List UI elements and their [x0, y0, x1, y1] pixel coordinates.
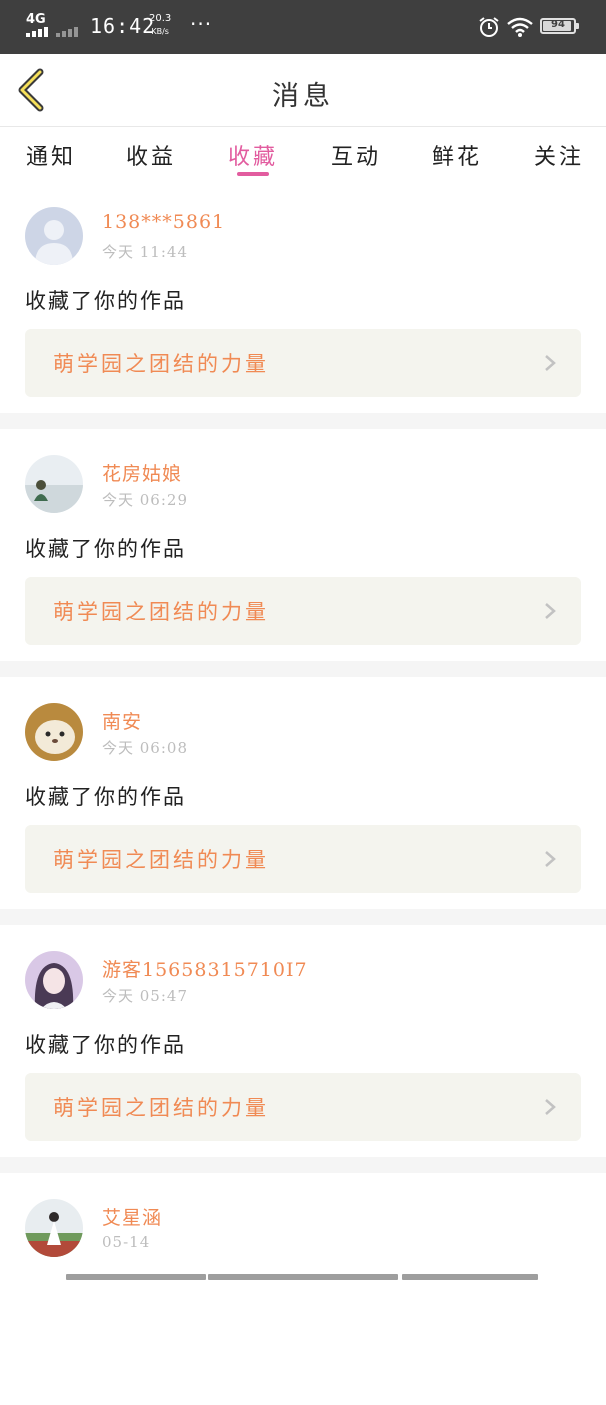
clock: 16:42	[90, 14, 156, 38]
network-type: 4G	[26, 12, 46, 27]
signal-icon	[26, 27, 86, 37]
header: 消息	[0, 54, 606, 127]
message-list: 138***5861 今天 11:44 收藏了你的作品 萌学园之团结的力量 花房…	[0, 181, 606, 1405]
work-link[interactable]: 萌学园之团结的力量	[25, 825, 581, 893]
username[interactable]: 艾星涵	[102, 1203, 162, 1230]
work-title: 萌学园之团结的力量	[53, 600, 269, 624]
timestamp: 今天 06:29	[102, 491, 188, 509]
battery-level: 94	[551, 19, 565, 30]
timestamp: 今天 11:44	[102, 243, 188, 261]
tab-bar: 通知 收益 收藏 互动 鲜花 关注	[0, 127, 606, 181]
list-item: 游客15658315710I7 今天 05:47 收藏了你的作品 萌学园之团结的…	[0, 925, 606, 1157]
action-text: 收藏了你的作品	[25, 289, 186, 313]
wifi-icon	[507, 17, 533, 37]
tab-notifications[interactable]: 通知	[26, 139, 76, 171]
more-notifications-icon: ···	[190, 12, 213, 36]
network-speed-unit: KB/s	[151, 27, 169, 36]
action-text: 收藏了你的作品	[25, 537, 186, 561]
action-text: 收藏了你的作品	[25, 1033, 186, 1057]
username[interactable]: 花房姑娘	[102, 459, 182, 486]
network-speed: 20.3 KB/s	[149, 12, 171, 38]
action-text: 收藏了你的作品	[25, 785, 186, 809]
timestamp: 今天 05:47	[102, 987, 188, 1005]
tab-flowers[interactable]: 鲜花	[432, 139, 482, 171]
divider	[0, 909, 606, 925]
divider	[0, 661, 606, 677]
battery-icon: 94	[540, 18, 579, 34]
chevron-right-icon	[545, 355, 556, 371]
chevron-right-icon	[545, 851, 556, 867]
cat-photo[interactable]	[25, 703, 83, 761]
list-item: 花房姑娘 今天 06:29 收藏了你的作品 萌学园之团结的力量	[0, 429, 606, 661]
username[interactable]: 南安	[102, 707, 142, 734]
list-item: 138***5861 今天 11:44 收藏了你的作品 萌学园之团结的力量	[0, 181, 606, 413]
timestamp: 05-14	[102, 1233, 151, 1251]
tab-follows[interactable]: 关注	[534, 139, 584, 171]
work-title: 萌学园之团结的力量	[53, 848, 269, 872]
network-speed-value: 20.3	[149, 13, 172, 24]
username[interactable]: 游客15658315710I7	[102, 955, 308, 982]
girl-photo[interactable]	[25, 455, 83, 513]
scroll-hint	[0, 1274, 606, 1280]
divider	[0, 413, 606, 429]
chevron-right-icon	[545, 1099, 556, 1115]
work-link[interactable]: 萌学园之团结的力量	[25, 1073, 581, 1141]
work-title: 萌学园之团结的力量	[53, 1096, 269, 1120]
active-tab-indicator	[237, 172, 269, 176]
default-avatar-icon[interactable]	[25, 207, 83, 265]
chevron-right-icon	[545, 603, 556, 619]
work-link[interactable]: 萌学园之团结的力量	[25, 577, 581, 645]
divider	[0, 1157, 606, 1173]
page-title: 消息	[272, 81, 334, 112]
tab-earnings[interactable]: 收益	[126, 139, 176, 171]
username[interactable]: 138***5861	[102, 211, 225, 233]
alarm-icon	[479, 17, 499, 37]
anime-girl-photo[interactable]	[25, 951, 83, 1009]
tab-interactions[interactable]: 互动	[331, 139, 381, 171]
work-title: 萌学园之团结的力量	[53, 352, 269, 376]
tab-favorites[interactable]: 收藏	[228, 139, 278, 171]
outdoor-photo[interactable]	[25, 1199, 83, 1257]
status-bar: 4G 16:42 20.3 KB/s ··· 94	[0, 0, 606, 54]
work-link[interactable]: 萌学园之团结的力量	[25, 329, 581, 397]
list-item: 南安 今天 06:08 收藏了你的作品 萌学园之团结的力量	[0, 677, 606, 909]
list-item: 艾星涵 05-14	[0, 1173, 606, 1405]
timestamp: 今天 06:08	[102, 739, 188, 757]
